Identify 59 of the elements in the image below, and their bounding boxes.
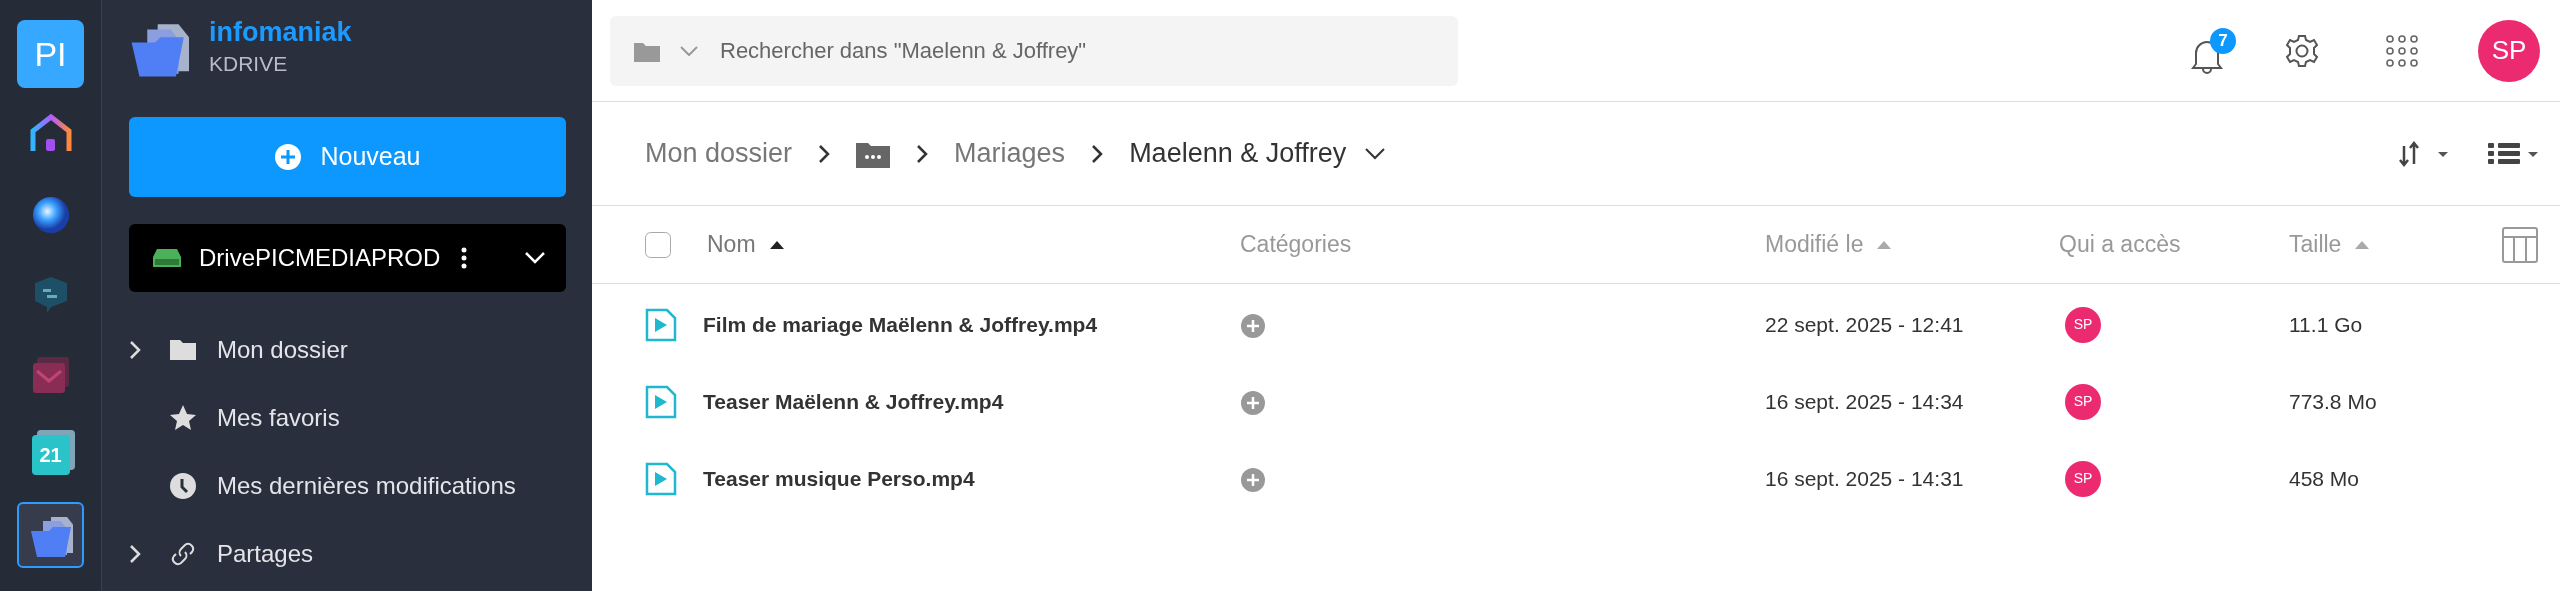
workspace-avatar[interactable]: PI xyxy=(17,20,84,88)
plus-icon xyxy=(274,143,303,172)
chevron-down-icon xyxy=(680,45,698,56)
apps-grid-icon[interactable] xyxy=(2386,34,2418,67)
new-button[interactable]: Nouveau xyxy=(129,117,566,198)
notification-badge: 7 xyxy=(2210,27,2236,54)
chevron-right-icon xyxy=(1091,143,1104,164)
sidebar-item[interactable]: Mon dossier xyxy=(129,316,566,385)
brand-name: infomaniak xyxy=(209,18,352,48)
file-size: 773.8 Mo xyxy=(2289,388,2378,415)
modified-date: 16 sept. 2025 - 14:34 xyxy=(1765,388,1965,415)
column-header[interactable]: Catégories xyxy=(1240,227,1352,262)
column-header[interactable]: Qui a accès xyxy=(2059,227,2181,262)
video-file-icon xyxy=(645,461,677,496)
settings-icon[interactable] xyxy=(2284,32,2320,69)
add-category-icon[interactable] xyxy=(1240,467,1266,494)
file-size: 11.1 Go xyxy=(2289,311,2364,338)
video-file-icon xyxy=(645,384,677,419)
kebab-icon xyxy=(460,247,468,270)
file-size: 458 Mo xyxy=(2289,465,2361,492)
current-folder[interactable]: Maelenn & Joffrey xyxy=(1129,133,1347,174)
breadcrumb-link[interactable]: Mariages xyxy=(954,133,1066,174)
search-input[interactable]: Rechercher dans "Maelenn & Joffrey" xyxy=(718,33,1458,68)
file-name[interactable]: Teaser Maëlenn & Joffrey.mp4 xyxy=(703,385,1004,418)
drive-icon xyxy=(153,247,181,270)
column-header[interactable]: Taille xyxy=(2289,227,2342,262)
search-field[interactable]: Rechercher dans "Maelenn & Joffrey" xyxy=(610,15,1458,86)
sidebar-item[interactable]: Partages xyxy=(129,520,566,589)
chevron-down-icon xyxy=(1364,146,1387,161)
chevron-right-icon xyxy=(818,143,831,164)
file-name[interactable]: Teaser musique Perso.mp4 xyxy=(703,462,975,495)
columns-icon[interactable] xyxy=(2502,226,2538,263)
breadcrumb-link[interactable]: Mon dossier xyxy=(645,133,793,174)
sidebar-item[interactable]: Mes dernières modifications xyxy=(129,452,566,521)
modified-date: 16 sept. 2025 - 14:31 xyxy=(1765,465,1965,492)
user-avatar: SP xyxy=(2065,383,2101,420)
sort-icon[interactable] xyxy=(2398,139,2450,168)
drive-selector[interactable]: DrivePICMEDIAPROD xyxy=(129,224,566,293)
add-category-icon[interactable] xyxy=(1240,390,1266,417)
column-header[interactable]: Modifié le xyxy=(1765,227,1864,262)
modified-date: 22 sept. 2025 - 12:41 xyxy=(1765,311,1965,338)
chevron-right-icon xyxy=(129,544,141,565)
user-avatar[interactable]: SP xyxy=(2478,19,2540,82)
clock-icon xyxy=(169,472,197,501)
notifications-button[interactable]: 7 xyxy=(2190,27,2236,74)
chevron-right-icon xyxy=(129,340,141,361)
user-avatar: SP xyxy=(2065,306,2101,343)
user-avatar: SP xyxy=(2065,460,2101,497)
chevron-down-icon xyxy=(524,251,546,266)
column-header[interactable]: Nom xyxy=(707,227,756,262)
app-button[interactable] xyxy=(17,502,84,568)
star-icon xyxy=(169,404,197,433)
file-name[interactable]: Film de mariage Maëlenn & Joffrey.mp4 xyxy=(703,308,1098,341)
sidebar-item[interactable]: Mes favoris xyxy=(129,384,566,453)
video-file-icon xyxy=(645,307,677,342)
chevron-right-icon xyxy=(916,143,929,164)
product-name: KDRIVE xyxy=(209,50,289,77)
select-all-checkbox[interactable] xyxy=(645,231,671,258)
add-category-icon[interactable] xyxy=(1240,313,1266,340)
